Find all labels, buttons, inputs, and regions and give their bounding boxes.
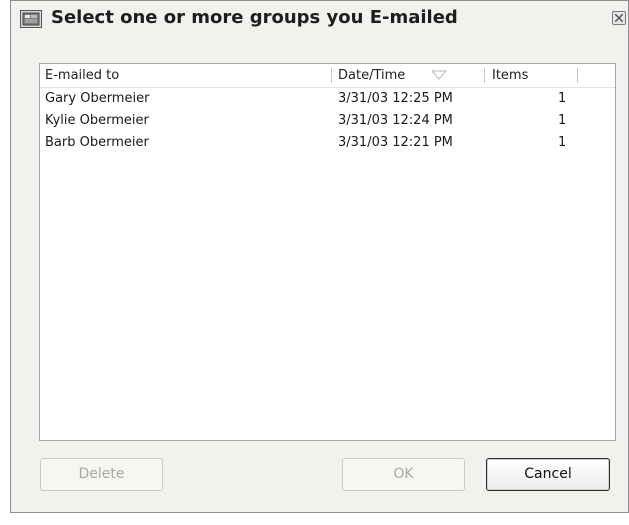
dialog-app-icon xyxy=(20,10,42,28)
column-separator[interactable] xyxy=(577,68,578,83)
delete-button[interactable]: Delete xyxy=(40,458,163,491)
column-header-items[interactable]: Items xyxy=(492,64,528,87)
column-header-date-time-label: Date/Time xyxy=(338,68,406,83)
sort-descending-icon xyxy=(431,70,447,80)
list-header: E-mailed to Date/Time Items xyxy=(40,64,615,88)
emailed-groups-list[interactable]: E-mailed to Date/Time Items Gary Obermei… xyxy=(39,63,616,441)
close-button[interactable] xyxy=(612,11,626,25)
list-item[interactable]: Gary Obermeier 3/31/03 12:25 PM 1 xyxy=(40,88,615,110)
column-header-emailed-to[interactable]: E-mailed to xyxy=(45,64,119,87)
column-header-date-time[interactable]: Date/Time xyxy=(338,64,484,87)
items-cell: 1 xyxy=(558,113,567,128)
title-bar[interactable]: Select one or more groups you E-mailed xyxy=(11,1,628,37)
emailed-to-cell: Barb Obermeier xyxy=(45,135,149,150)
date-time-cell: 3/31/03 12:25 PM xyxy=(338,91,453,106)
dialog-title: Select one or more groups you E-mailed xyxy=(51,7,458,28)
items-cell: 1 xyxy=(558,91,567,106)
emailed-to-cell: Gary Obermeier xyxy=(45,91,150,106)
list-item[interactable]: Barb Obermeier 3/31/03 12:21 PM 1 xyxy=(40,132,615,154)
close-icon xyxy=(615,14,623,22)
column-separator[interactable] xyxy=(484,68,485,83)
items-cell: 1 xyxy=(558,135,567,150)
dialog-window: Select one or more groups you E-mailed E… xyxy=(10,0,629,513)
cancel-button[interactable]: Cancel xyxy=(486,458,610,491)
date-time-cell: 3/31/03 12:21 PM xyxy=(338,135,453,150)
ok-button[interactable]: OK xyxy=(342,458,465,491)
column-separator[interactable] xyxy=(331,68,332,83)
list-item[interactable]: Kylie Obermeier 3/31/03 12:24 PM 1 xyxy=(40,110,615,132)
date-time-cell: 3/31/03 12:24 PM xyxy=(338,113,453,128)
emailed-to-cell: Kylie Obermeier xyxy=(45,113,149,128)
